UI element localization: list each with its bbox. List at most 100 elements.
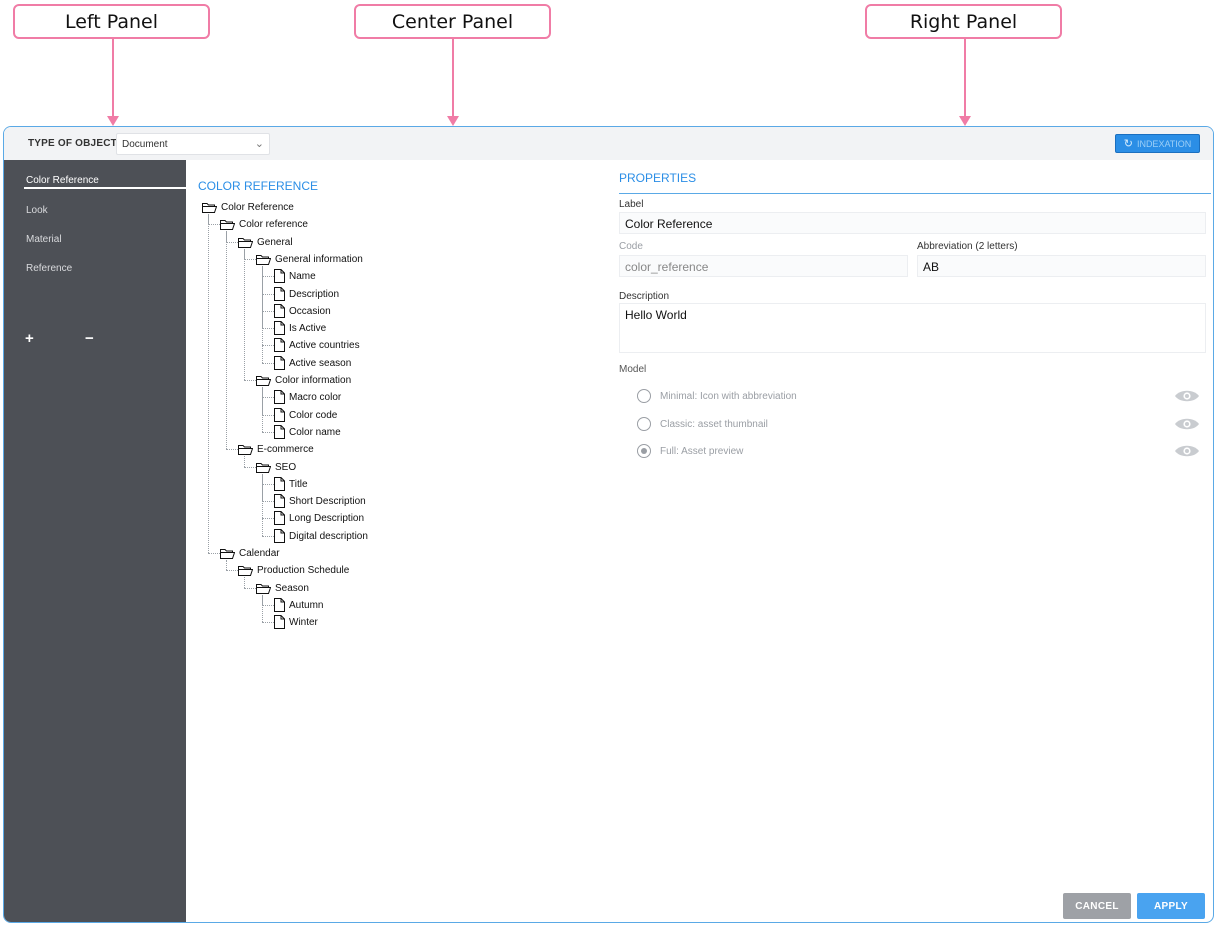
tree-connector bbox=[262, 415, 274, 416]
radio-classic[interactable] bbox=[637, 417, 651, 431]
code-input-value: color_reference bbox=[625, 260, 709, 274]
indexation-label: INDEXATION bbox=[1136, 138, 1192, 149]
tree-node-label: Occasion bbox=[289, 305, 331, 317]
file-icon bbox=[274, 529, 285, 543]
tree-folder-node[interactable]: Color information bbox=[256, 373, 351, 387]
eye-icon[interactable] bbox=[1174, 417, 1200, 431]
tree-folder-node[interactable]: General bbox=[238, 235, 293, 249]
tree-connector bbox=[244, 380, 256, 381]
tree-node-label: E-commerce bbox=[257, 443, 314, 455]
tree-file-node[interactable]: Color name bbox=[274, 425, 341, 439]
tree-node-label: Color reference bbox=[239, 218, 308, 230]
tree-connector bbox=[244, 249, 245, 380]
annotation-left-panel: Left Panel bbox=[13, 4, 210, 39]
tree-file-node[interactable]: Active season bbox=[274, 356, 351, 370]
apply-button[interactable]: APPLY bbox=[1137, 893, 1205, 919]
tree-connector bbox=[262, 605, 274, 606]
folder-icon bbox=[256, 462, 271, 473]
tree-file-node[interactable]: Digital description bbox=[274, 529, 368, 543]
radio-minimal[interactable] bbox=[637, 389, 651, 403]
tree-connector bbox=[226, 231, 227, 449]
tree-node-label: Color name bbox=[289, 426, 341, 438]
tree-node-label: Active countries bbox=[289, 339, 360, 351]
code-input: color_reference bbox=[619, 255, 908, 277]
tree-connector bbox=[226, 449, 238, 450]
description-textarea-value: Hello World bbox=[625, 308, 687, 322]
tree-folder-node[interactable]: Color Reference bbox=[202, 200, 294, 214]
model-option-full[interactable]: Full: Asset preview bbox=[637, 444, 743, 458]
tree-node-label: Color information bbox=[275, 374, 352, 386]
tree-connector bbox=[208, 214, 209, 553]
file-icon bbox=[274, 338, 285, 352]
label-field-label: Label bbox=[619, 199, 644, 210]
tree-connector bbox=[262, 595, 263, 622]
file-icon bbox=[274, 408, 285, 422]
tree-node-label: Name bbox=[289, 270, 316, 282]
tree-node-label: Winter bbox=[289, 616, 318, 628]
model-option-classic[interactable]: Classic: asset thumbnail bbox=[637, 417, 768, 431]
file-icon bbox=[274, 425, 285, 439]
abbreviation-input[interactable]: AB bbox=[917, 255, 1206, 277]
tree-connector bbox=[262, 328, 274, 329]
folder-icon bbox=[256, 254, 271, 265]
tree-node-label: Short Description bbox=[289, 495, 366, 507]
tree-folder-node[interactable]: General information bbox=[256, 252, 363, 266]
tree-node-label: Active season bbox=[289, 357, 352, 369]
folder-icon bbox=[220, 219, 235, 230]
tree-node-label: Title bbox=[289, 478, 308, 490]
description-textarea[interactable]: Hello World bbox=[619, 303, 1206, 353]
tree-file-node[interactable]: Winter bbox=[274, 615, 318, 629]
tree-connector bbox=[226, 560, 227, 570]
tree-folder-node[interactable]: Production Schedule bbox=[238, 563, 349, 577]
file-icon bbox=[274, 615, 285, 629]
annotation-arrow-center bbox=[447, 39, 459, 126]
tree-node-label: General information bbox=[275, 253, 363, 265]
tree-node-label: General bbox=[257, 236, 293, 248]
file-icon bbox=[274, 494, 285, 508]
tree-file-node[interactable]: Long Description bbox=[274, 511, 364, 525]
tree-connector bbox=[262, 397, 274, 398]
tree-file-node[interactable]: Name bbox=[274, 269, 316, 283]
file-icon bbox=[274, 390, 285, 404]
description-field-label: Description bbox=[619, 291, 670, 302]
tree-folder-node[interactable]: Calendar bbox=[220, 546, 280, 560]
label-input[interactable]: Color Reference bbox=[619, 212, 1206, 234]
tree-file-node[interactable]: Autumn bbox=[274, 598, 323, 612]
radio-full[interactable] bbox=[637, 444, 651, 458]
model-option-full-label: Full: Asset preview bbox=[660, 445, 744, 457]
app-window: TYPE OF OBJECT Document ⌄ ↻ INDEXATION C… bbox=[3, 126, 1214, 923]
tree-file-node[interactable]: Short Description bbox=[274, 494, 366, 508]
model-option-minimal[interactable]: Minimal: Icon with abbreviation bbox=[637, 389, 797, 403]
cancel-button[interactable]: CANCEL bbox=[1063, 893, 1131, 919]
tree-file-node[interactable]: Title bbox=[274, 477, 308, 491]
file-icon bbox=[274, 511, 285, 525]
abbreviation-input-value: AB bbox=[923, 260, 940, 274]
label-input-value: Color Reference bbox=[625, 217, 713, 231]
tree-file-node[interactable]: Occasion bbox=[274, 304, 331, 318]
tree-folder-node[interactable]: Season bbox=[256, 581, 309, 595]
tree-connector bbox=[262, 387, 263, 432]
eye-icon[interactable] bbox=[1174, 389, 1200, 403]
tree-file-node[interactable]: Active countries bbox=[274, 338, 360, 352]
folder-icon bbox=[238, 237, 253, 248]
tree-file-node[interactable]: Is Active bbox=[274, 321, 326, 335]
tree-connector bbox=[262, 518, 274, 519]
indexation-button[interactable]: ↻ INDEXATION bbox=[1115, 134, 1200, 153]
tree-file-node[interactable]: Macro color bbox=[274, 390, 341, 404]
file-icon bbox=[274, 321, 285, 335]
tree-folder-node[interactable]: SEO bbox=[256, 460, 296, 474]
file-icon bbox=[274, 477, 285, 491]
folder-icon bbox=[256, 583, 271, 594]
eye-icon[interactable] bbox=[1174, 444, 1200, 458]
tree-connector bbox=[226, 570, 238, 571]
tree-connector bbox=[244, 577, 245, 588]
tree-file-node[interactable]: Description bbox=[274, 287, 339, 301]
tree-folder-node[interactable]: E-commerce bbox=[238, 442, 314, 456]
tree-file-node[interactable]: Color code bbox=[274, 408, 337, 422]
tree-connector bbox=[262, 474, 263, 536]
tree-connector bbox=[262, 294, 274, 295]
folder-icon bbox=[220, 548, 235, 559]
tree-connector bbox=[208, 553, 220, 554]
folder-icon bbox=[238, 565, 253, 576]
tree-folder-node[interactable]: Color reference bbox=[220, 217, 308, 231]
